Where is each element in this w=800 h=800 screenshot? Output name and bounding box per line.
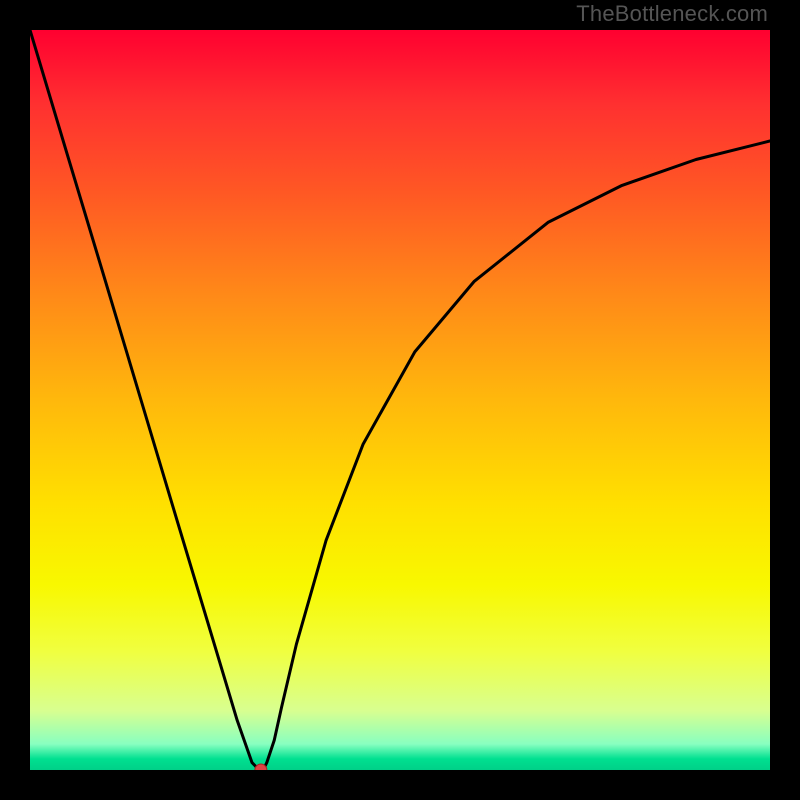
bottleneck-curve	[30, 30, 770, 770]
chart-svg	[30, 30, 770, 770]
watermark-text: TheBottleneck.com	[576, 1, 768, 27]
